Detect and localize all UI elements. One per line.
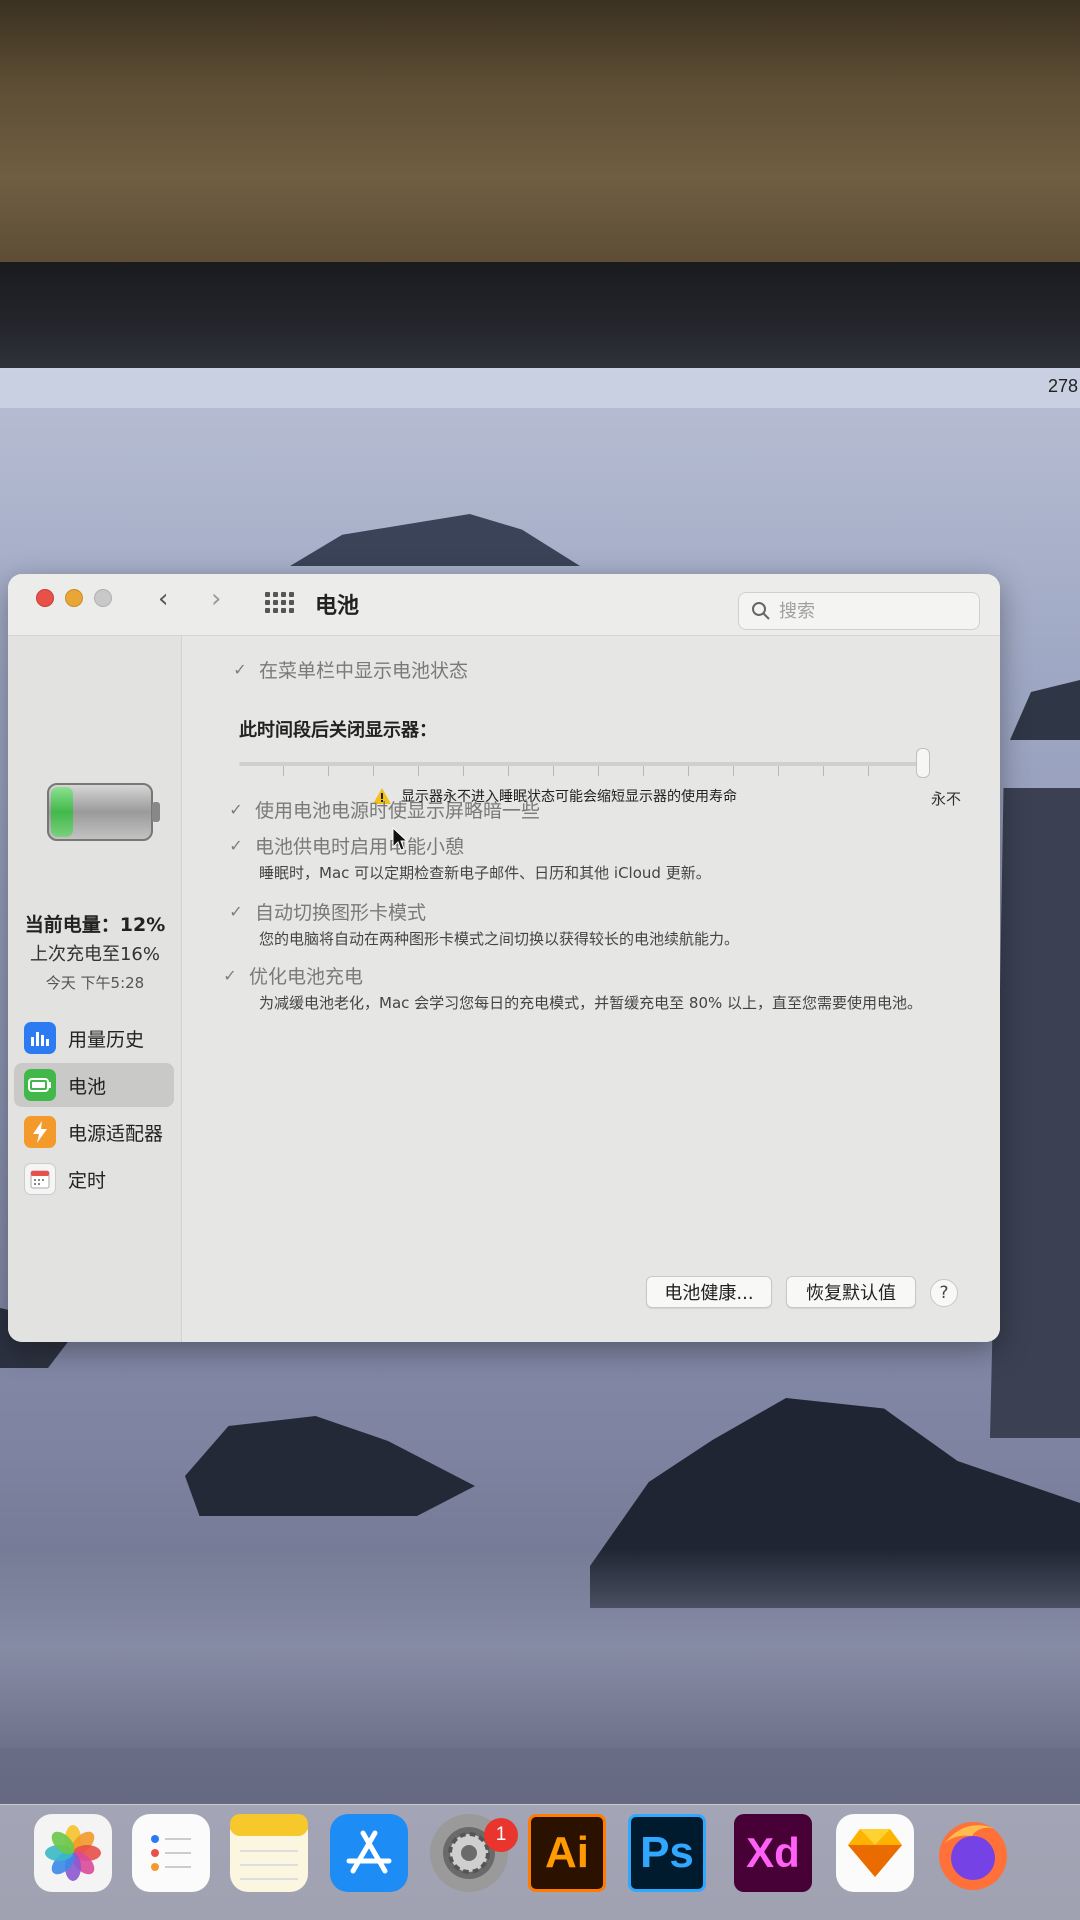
slider-tick — [733, 766, 734, 776]
dock-xd-app[interactable]: Xd — [734, 1814, 812, 1892]
sidebar-item-label: 定时 — [68, 1169, 107, 1192]
slider-tick — [373, 766, 374, 776]
battery-level-icon — [47, 783, 160, 841]
restore-defaults-button[interactable]: 恢复默认值 — [786, 1276, 916, 1308]
power-nap-on-battery-checkbox[interactable]: ✓ 电池供电时启用电能小憩 — [227, 832, 464, 859]
sidebar-item-usage-history[interactable]: 用量历史 — [14, 1016, 174, 1060]
slider-tick — [418, 766, 419, 776]
wallpaper-rock — [1010, 680, 1080, 740]
checkmark-icon: ✓ — [233, 659, 247, 679]
wallpaper-rock — [990, 788, 1080, 1438]
calendar-icon — [24, 1163, 56, 1195]
battery-preferences-window: ‹ › 电池 搜索 当前电量：12% 上次充电至16% 今天 下午5:28 用量… — [8, 574, 1000, 1342]
checkbox-label: 使用电池电源时使显示屏略暗一些 — [255, 800, 541, 822]
battery-icon — [24, 1069, 56, 1101]
sidebar-item-power-adapter[interactable]: 电源适配器 — [14, 1110, 174, 1154]
dock-sketch-app[interactable] — [836, 1814, 914, 1892]
search-input[interactable] — [779, 599, 969, 623]
sketch-diamond-icon — [848, 1829, 902, 1877]
bolt-icon — [24, 1116, 56, 1148]
photos-icon — [45, 1825, 101, 1881]
power-nap-description: 睡眠时，Mac 可以定期检查新电子邮件、日历和其他 iCloud 更新。 — [259, 864, 711, 882]
search-icon — [752, 602, 770, 620]
dock-photoshop-app[interactable]: Ps — [628, 1814, 706, 1892]
bar-chart-icon — [24, 1022, 56, 1054]
checkbox-label: 电池供电时启用电能小憩 — [255, 836, 465, 858]
slider-never-label: 永不 — [931, 790, 962, 808]
slider-tick — [868, 766, 869, 776]
dock-app-store-app[interactable] — [330, 1814, 408, 1892]
checkmark-icon: ✓ — [229, 799, 243, 819]
graphics-switching-description: 您的电脑将自动在两种图形卡模式之间切换以获得较长的电池续航能力。 — [259, 930, 740, 948]
sidebar-item-schedule[interactable]: 定时 — [14, 1157, 174, 1201]
slider-tick — [598, 766, 599, 776]
sidebar-item-label: 电池 — [68, 1075, 107, 1098]
auto-graphics-switching-checkbox[interactable]: ✓ 自动切换图形卡模式 — [227, 898, 426, 925]
checkmark-icon: ✓ — [223, 965, 237, 985]
checkmark-icon: ✓ — [229, 901, 243, 921]
checkbox-label: 在菜单栏中显示电池状态 — [259, 660, 469, 682]
current-battery-level: 当前电量：12% — [24, 914, 166, 936]
slider-tick — [553, 766, 554, 776]
checkmark-icon: ✓ — [229, 835, 243, 855]
slider-tick — [283, 766, 284, 776]
forward-chevron-icon[interactable]: › — [211, 586, 221, 612]
title-bar[interactable]: ‹ › 电池 — [8, 574, 1000, 636]
wallpaper-rock — [290, 514, 580, 566]
menu-bar: 278 — [0, 368, 1080, 408]
sidebar-item-label: 用量历史 — [68, 1028, 145, 1051]
slider-tick — [508, 766, 509, 776]
sidebar-item-label: 电源适配器 — [68, 1122, 164, 1145]
checkbox-label: 自动切换图形卡模式 — [255, 902, 427, 924]
photoshop-icon: Ps — [640, 1828, 694, 1877]
search-field[interactable] — [738, 592, 980, 630]
show-battery-status-checkbox[interactable]: ✓ 在菜单栏中显示电池状态 — [231, 656, 468, 683]
firefox-icon — [939, 1822, 1007, 1890]
wallpaper-mist — [0, 1548, 1080, 1748]
room-background — [0, 0, 1080, 275]
app-store-icon — [346, 1830, 392, 1874]
dock-photos-app[interactable] — [34, 1814, 112, 1892]
minimize-button[interactable] — [65, 589, 83, 607]
notification-badge: 1 — [484, 1818, 518, 1852]
slider-tick — [688, 766, 689, 776]
wallpaper-rock — [185, 1416, 475, 1516]
reminders-icon — [151, 1835, 191, 1871]
illustrator-icon: Ai — [545, 1828, 589, 1877]
slider-tick — [643, 766, 644, 776]
sidebar-item-battery[interactable]: 电池 — [14, 1063, 174, 1107]
slider-tick — [823, 766, 824, 776]
slider-tick — [328, 766, 329, 776]
dock-firefox-app[interactable] — [934, 1814, 1012, 1892]
display-off-title: 此时间段后关闭显示器： — [239, 720, 437, 741]
slider-tick — [778, 766, 779, 776]
battery-health-button[interactable]: 电池健康... — [646, 1276, 772, 1308]
dock-notes-app[interactable] — [230, 1814, 308, 1892]
optimized-charging-checkbox[interactable]: ✓ 优化电池充电 — [221, 962, 363, 989]
optimized-charging-description: 为减缓电池老化，Mac 会学习您每日的充电模式，并暂缓充电至 80% 以上，直至… — [259, 994, 923, 1012]
checkbox-label: 优化电池充电 — [249, 966, 364, 988]
zoom-button[interactable] — [94, 589, 112, 607]
close-button[interactable] — [36, 589, 54, 607]
battery-settings-panel: ✓ 在菜单栏中显示电池状态 此时间段后关闭显示器： 永不 显示器永不进入睡眠状态… — [183, 636, 1000, 1342]
last-charged-time: 今天 下午5:28 — [45, 974, 145, 992]
dock-illustrator-app[interactable]: Ai — [528, 1814, 606, 1892]
back-chevron-icon[interactable]: ‹ — [158, 586, 168, 612]
menubar-status-text[interactable]: 278 — [1048, 376, 1078, 397]
dim-display-on-battery-checkbox[interactable]: ✓ 使用电池电源时使显示屏略暗一些 — [227, 796, 540, 823]
show-all-grid-icon[interactable] — [265, 592, 294, 613]
help-button[interactable]: ? — [930, 1279, 958, 1307]
screen-bezel — [0, 262, 1080, 372]
xd-icon: Xd — [746, 1829, 800, 1876]
sidebar: 当前电量：12% 上次充电至16% 今天 下午5:28 用量历史 电池 电源适配… — [8, 636, 182, 1342]
display-off-slider-knob[interactable] — [916, 748, 930, 778]
slider-tick — [463, 766, 464, 776]
last-charged-level: 上次充电至16% — [29, 944, 160, 965]
window-title: 电池 — [315, 594, 360, 619]
dock-reminders-app[interactable] — [132, 1814, 210, 1892]
notes-icon — [230, 1814, 308, 1880]
display-off-slider-track[interactable] — [239, 762, 929, 766]
mouse-cursor-icon — [392, 827, 408, 851]
